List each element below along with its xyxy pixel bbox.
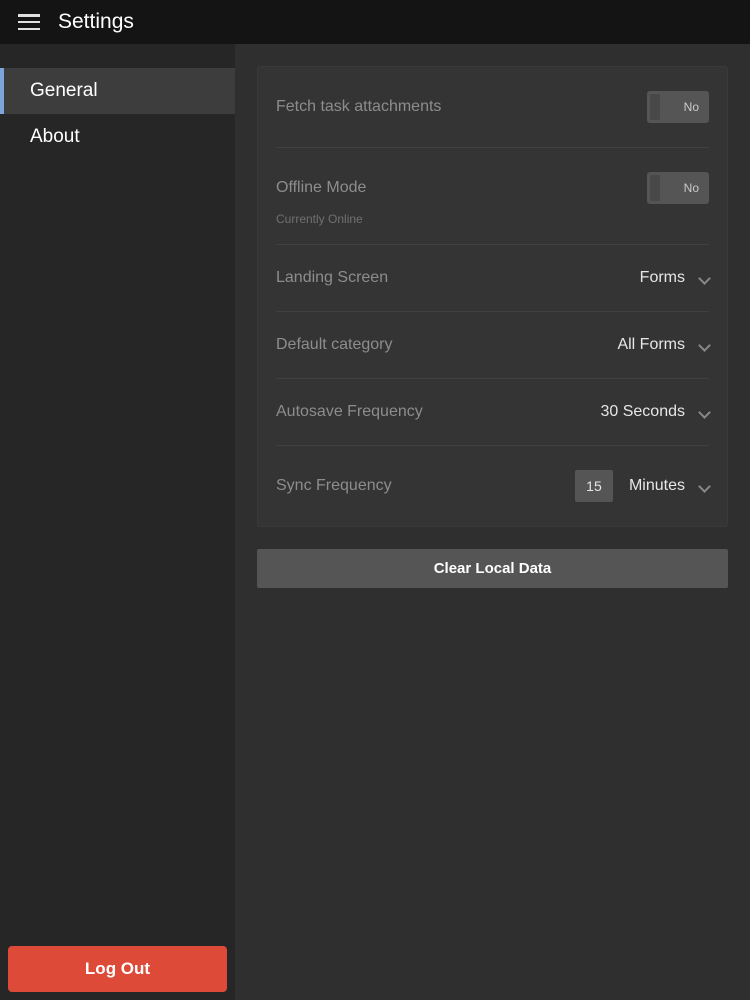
- chevron-down-icon: [699, 340, 709, 350]
- setting-offline-mode: Offline Mode No: [276, 148, 709, 212]
- sidebar-item-label: About: [30, 126, 80, 147]
- setting-label: Autosave Frequency: [276, 403, 423, 421]
- setting-default-category: Default category All Forms: [276, 312, 709, 379]
- sidebar: General About Log Out: [0, 44, 235, 1000]
- clear-local-data-button[interactable]: Clear Local Data: [257, 549, 728, 588]
- toggle-value: No: [684, 100, 699, 114]
- sync-frequency-input[interactable]: [575, 470, 613, 502]
- chevron-down-icon: [699, 481, 709, 491]
- setting-label: Sync Frequency: [276, 477, 392, 495]
- default-category-select[interactable]: All Forms: [617, 336, 709, 354]
- offline-mode-status-row: Currently Online: [276, 212, 709, 245]
- app-header: Settings: [0, 0, 750, 44]
- setting-label: Fetch task attachments: [276, 98, 441, 116]
- sync-frequency-control: Minutes: [575, 470, 709, 502]
- offline-mode-toggle[interactable]: No: [647, 172, 709, 204]
- page-title: Settings: [58, 10, 134, 34]
- setting-landing-screen: Landing Screen Forms: [276, 245, 709, 312]
- sidebar-item-general[interactable]: General: [0, 68, 235, 114]
- setting-label: Default category: [276, 336, 393, 354]
- chevron-down-icon: [699, 273, 709, 283]
- sidebar-item-about[interactable]: About: [0, 114, 235, 160]
- select-value: Forms: [640, 269, 685, 287]
- setting-label: Landing Screen: [276, 269, 388, 287]
- setting-fetch-attachments: Fetch task attachments No: [276, 67, 709, 148]
- autosave-frequency-select[interactable]: 30 Seconds: [600, 403, 709, 421]
- offline-mode-status: Currently Online: [276, 212, 709, 226]
- fetch-attachments-toggle[interactable]: No: [647, 91, 709, 123]
- logout-button[interactable]: Log Out: [8, 946, 227, 992]
- main-container: General About Log Out Fetch task attachm…: [0, 44, 750, 1000]
- hamburger-menu-icon[interactable]: [18, 14, 40, 30]
- chevron-down-icon: [699, 407, 709, 417]
- select-value: All Forms: [617, 336, 685, 354]
- setting-autosave-frequency: Autosave Frequency 30 Seconds: [276, 379, 709, 446]
- main-content: Fetch task attachments No Offline Mode N…: [235, 44, 750, 1000]
- sidebar-item-label: General: [30, 80, 98, 101]
- select-value: Minutes: [629, 477, 685, 495]
- toggle-value: No: [684, 181, 699, 195]
- select-value: 30 Seconds: [600, 403, 685, 421]
- settings-panel: Fetch task attachments No Offline Mode N…: [257, 66, 728, 527]
- setting-label: Offline Mode: [276, 179, 366, 197]
- sync-frequency-unit-select[interactable]: Minutes: [629, 477, 709, 495]
- landing-screen-select[interactable]: Forms: [640, 269, 709, 287]
- setting-sync-frequency: Sync Frequency Minutes: [276, 446, 709, 526]
